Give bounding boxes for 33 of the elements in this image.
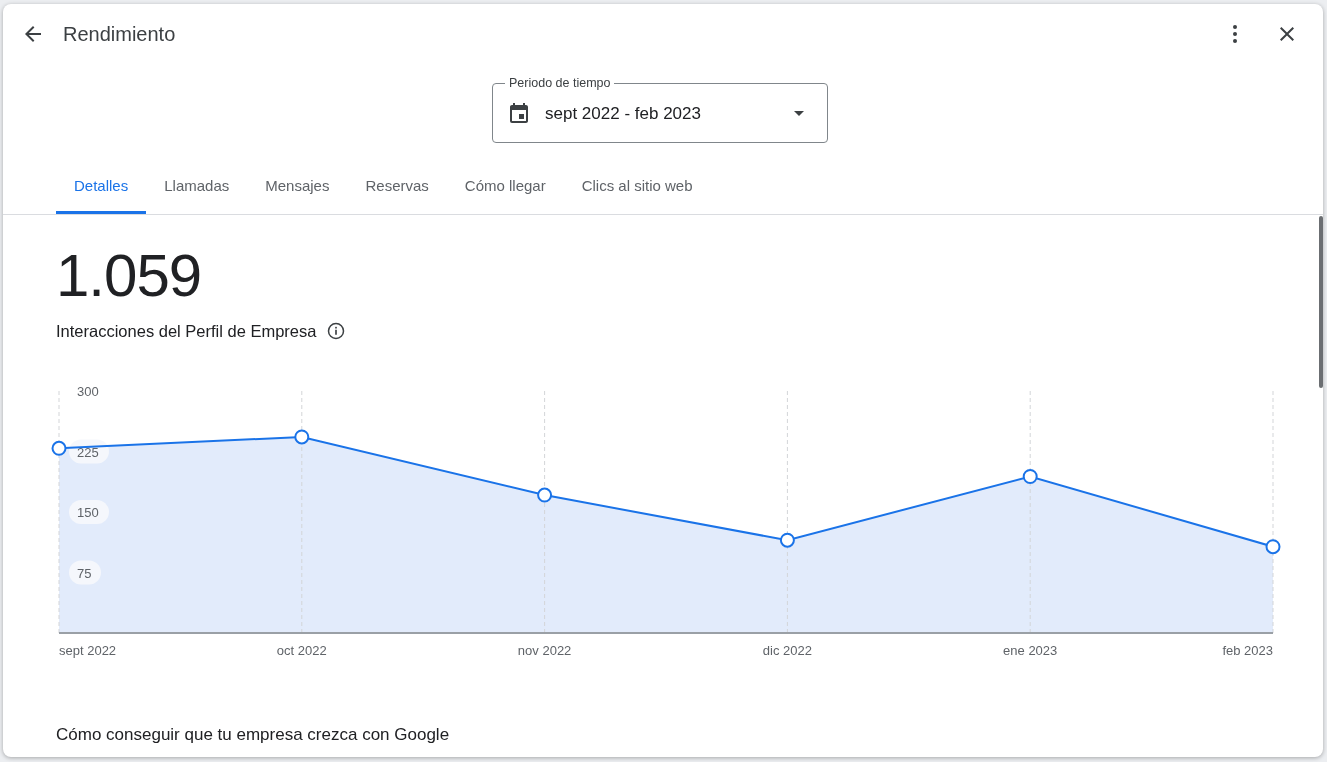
tab[interactable]: Mensajes: [247, 159, 348, 214]
tab[interactable]: Detalles: [56, 159, 147, 214]
x-axis-label: nov 2022: [517, 643, 572, 658]
y-tick-label: 150: [77, 505, 99, 520]
section-heading: Cómo conseguir que tu empresa crezca con Google: [56, 725, 451, 745]
y-tick-label: 225: [77, 444, 99, 460]
tab[interactable]: Reservas: [347, 159, 447, 214]
tab[interactable]: Cómo llegar: [446, 159, 564, 214]
scrollbar-thumb[interactable]: [1319, 216, 1323, 388]
interactions-label: Interacciones del Perfil de Empresa: [56, 321, 317, 341]
x-axis-label: feb 2023: [1222, 643, 1273, 658]
data-point[interactable]: [294, 429, 310, 445]
dialog-title: Rendimiento: [63, 22, 176, 46]
y-tick-label: 75: [77, 565, 92, 581]
data-point[interactable]: [1265, 539, 1281, 555]
interactions-total: 1.059: [56, 241, 203, 311]
x-axis-label: ene 2023: [1003, 643, 1058, 658]
more-vertical-icon: [1233, 25, 1237, 43]
y-tick-label: 300: [77, 384, 99, 399]
data-point[interactable]: [779, 532, 795, 548]
x-axis-label: dic 2022: [762, 643, 812, 658]
period-select[interactable]: Periodo de tiempo sept 2022 - feb 2023: [492, 75, 828, 143]
tab[interactable]: Clics al sitio web: [563, 159, 711, 214]
info-icon[interactable]: [326, 321, 347, 341]
x-axis-label: sept 2022: [59, 643, 117, 658]
period-label: Periodo de tiempo: [508, 75, 612, 91]
dropdown-caret-icon: [794, 111, 804, 116]
data-point[interactable]: [537, 487, 553, 503]
x-axis-label: oct 2022: [276, 643, 327, 658]
data-point[interactable]: [51, 440, 67, 456]
data-point[interactable]: [1022, 469, 1038, 484]
tab[interactable]: Llamadas: [146, 159, 248, 214]
calendar-icon: [507, 101, 531, 126]
